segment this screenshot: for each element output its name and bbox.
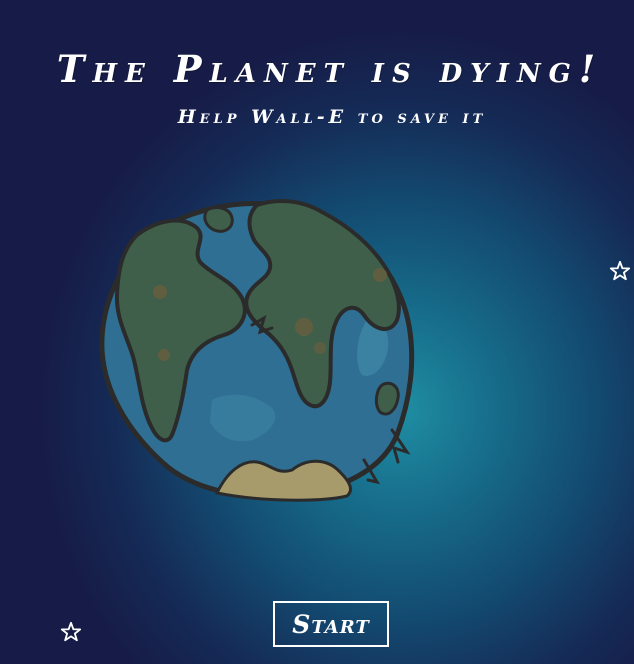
star-icon (609, 260, 631, 281)
page-title: The Planet is dying! (56, 46, 604, 91)
earth-icon (99, 199, 415, 502)
star-icon (60, 621, 82, 642)
page-subtitle: Help Wall-E to save it (177, 106, 487, 128)
start-button[interactable]: Start (273, 601, 389, 647)
